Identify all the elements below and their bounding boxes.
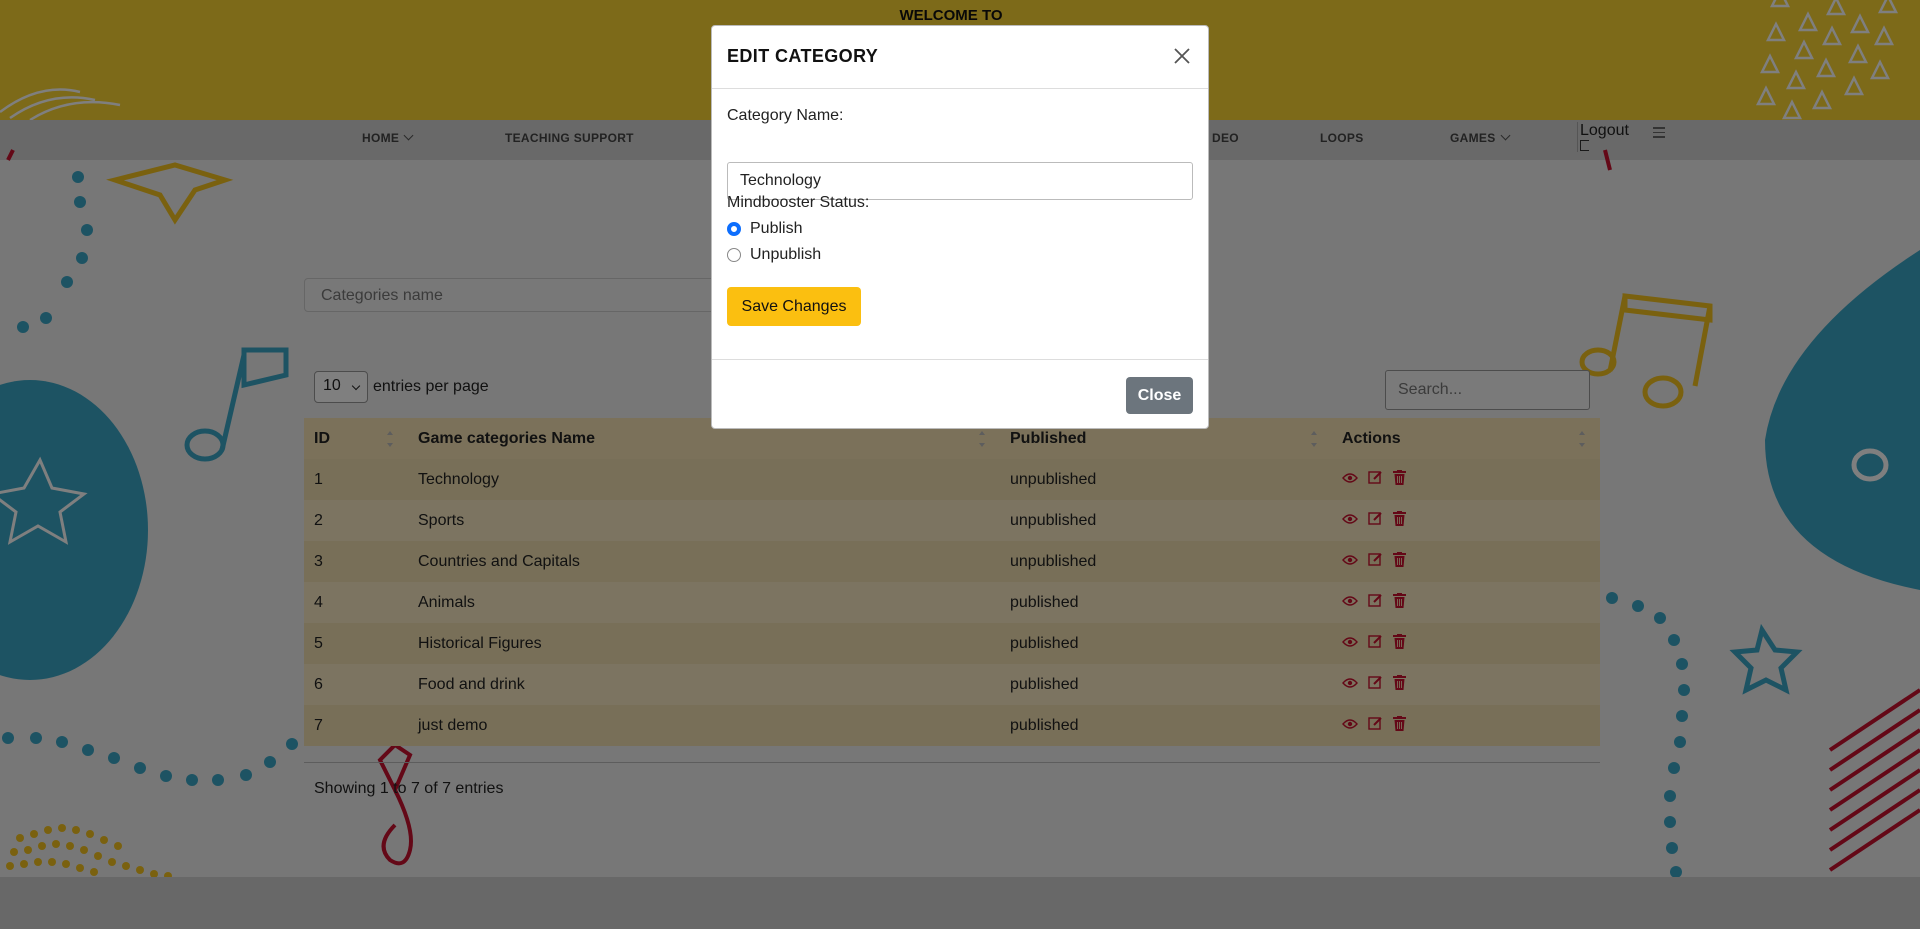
close-button[interactable]: Close xyxy=(1126,377,1193,414)
page: WELCOME TO HOME TEACHING SUPPORT DEO LOO… xyxy=(0,0,1920,929)
publish-radio-label: Publish xyxy=(750,220,803,237)
modal-footer: Close xyxy=(712,359,1208,430)
unpublish-radio-label: Unpublish xyxy=(750,246,822,263)
publish-radio-option[interactable]: Publish xyxy=(727,220,802,238)
unpublish-radio[interactable] xyxy=(727,248,741,262)
modal-body: Category Name: Technology Mindbooster St… xyxy=(712,89,1208,354)
publish-radio[interactable] xyxy=(727,222,741,236)
save-changes-button[interactable]: Save Changes xyxy=(727,287,861,326)
category-name-label: Category Name: xyxy=(727,107,844,124)
modal-title: EDIT CATEGORY xyxy=(727,46,879,66)
close-icon[interactable] xyxy=(1172,46,1192,66)
status-label: Mindbooster Status: xyxy=(727,194,870,211)
unpublish-radio-option[interactable]: Unpublish xyxy=(727,246,821,264)
modal-header: EDIT CATEGORY xyxy=(712,26,1208,89)
edit-category-modal: EDIT CATEGORY Category Name: Technology … xyxy=(711,25,1209,429)
